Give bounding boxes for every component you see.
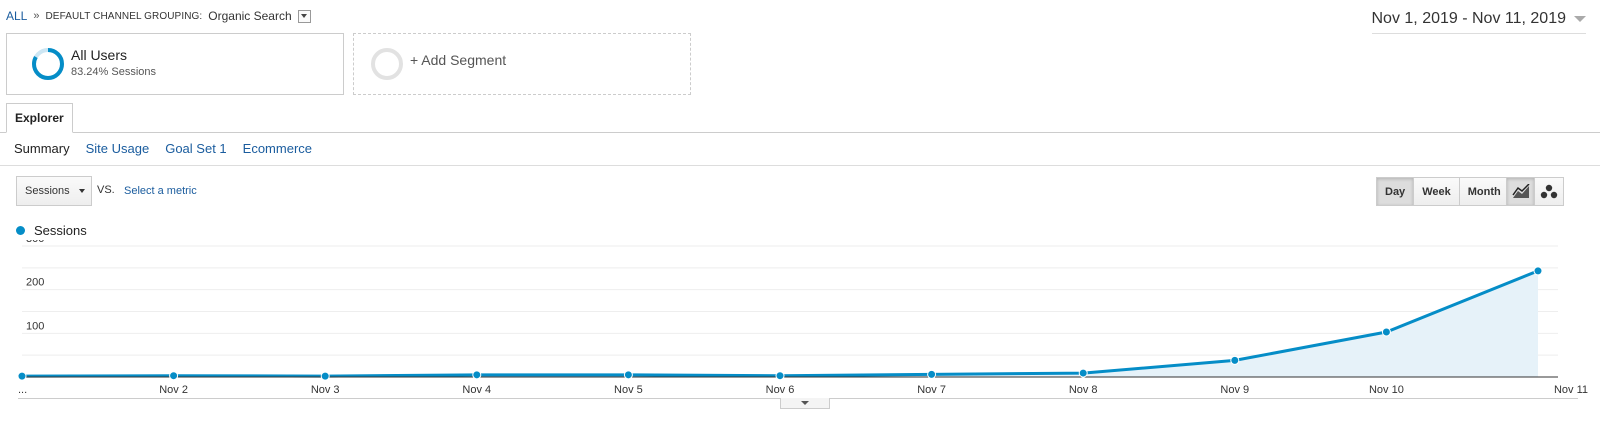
range-week-button[interactable]: Week: [1414, 178, 1460, 205]
breadcrumb-separator: »: [33, 10, 40, 22]
chevron-down-icon: [801, 401, 809, 405]
legend-dot: [16, 226, 25, 235]
date-range-picker[interactable]: Nov 1, 2019 - Nov 11, 2019: [1371, 10, 1586, 34]
segment-subtitle: 83.24% Sessions: [71, 66, 156, 78]
x-tick-label: Nov 2: [159, 384, 188, 396]
data-point: [1078, 368, 1088, 378]
y-tick-label: 200: [26, 277, 44, 289]
x-tick-label: Nov 11: [1554, 384, 1588, 396]
x-tick-label: Nov 9: [1220, 384, 1249, 396]
legend-label: Sessions: [34, 223, 87, 238]
divider: [0, 165, 1600, 166]
metric-select-value: Sessions: [25, 185, 70, 197]
explorer-subtabs: Summary Site Usage Goal Set 1 Ecommerce: [14, 141, 312, 156]
breadcrumb-dimension: DEFAULT CHANNEL GROUPING:: [45, 10, 203, 22]
x-tick-label: Nov 8: [1069, 384, 1098, 396]
data-point: [1533, 266, 1543, 276]
breadcrumb-dropdown-button[interactable]: [297, 9, 311, 23]
data-point: [169, 371, 179, 381]
subtab-goal-set-1[interactable]: Goal Set 1: [165, 141, 226, 156]
date-range-label: Nov 1, 2019 - Nov 11, 2019: [1371, 10, 1567, 27]
x-tick-label: Nov 5: [614, 384, 643, 396]
x-tick-label: ...: [18, 384, 27, 396]
x-tick-label: Nov 4: [462, 384, 491, 396]
chart-legend: Sessions: [16, 223, 87, 238]
report-tab-bar: Explorer: [0, 103, 1600, 133]
data-point: [17, 371, 27, 381]
y-tick-label: 100: [26, 320, 44, 332]
chevron-down-icon: [301, 14, 308, 18]
y-tick-label: 300: [26, 240, 44, 245]
motion-chart-icon: [1540, 184, 1558, 198]
breadcrumb-value: Organic Search: [208, 9, 292, 23]
select-metric-link[interactable]: Select a metric: [124, 185, 197, 197]
time-range-toggle: Day Week Month: [1376, 177, 1510, 206]
sessions-chart: 100 200 300... Nov 2 Nov 3 Nov 4 Nov 5 Nov 6 Nov…: [17, 240, 1588, 396]
x-tick-label: Nov 6: [766, 384, 795, 396]
data-point: [775, 371, 785, 381]
data-point: [1230, 355, 1240, 365]
data-point: [1381, 327, 1391, 337]
breadcrumb: ALL » DEFAULT CHANNEL GROUPING: Organic …: [6, 9, 311, 23]
x-tick-label: Nov 10: [1369, 384, 1404, 396]
data-point: [320, 371, 330, 381]
range-month-button[interactable]: Month: [1459, 178, 1509, 205]
subtab-site-usage[interactable]: Site Usage: [86, 141, 150, 156]
vs-label: VS.: [97, 184, 115, 196]
breadcrumb-all-link[interactable]: ALL: [6, 9, 27, 23]
chart-expand-button[interactable]: [780, 398, 830, 409]
line-chart-icon: [1511, 183, 1530, 198]
chevron-down-icon: [78, 189, 85, 193]
subtab-summary[interactable]: Summary: [14, 141, 70, 156]
x-tick-label: Nov 3: [311, 384, 340, 396]
line-chart-button[interactable]: [1507, 178, 1535, 205]
segment-all-users[interactable]: All Users 83.24% Sessions: [6, 33, 344, 95]
data-point: [927, 369, 937, 379]
segment-ring-icon: [32, 48, 64, 80]
metric-select[interactable]: Sessions: [16, 176, 92, 206]
add-segment-button[interactable]: + Add Segment: [353, 33, 691, 95]
series-area: [22, 270, 1538, 377]
motion-chart-button[interactable]: [1535, 178, 1563, 205]
data-point: [623, 370, 633, 380]
segment-title: All Users: [71, 47, 128, 63]
chevron-down-icon: [1574, 16, 1586, 22]
range-day-button[interactable]: Day: [1377, 178, 1415, 205]
empty-segment-ring-icon: [371, 48, 403, 80]
add-segment-label: + Add Segment: [410, 52, 507, 68]
chart-type-toggle: [1506, 177, 1564, 206]
tab-explorer[interactable]: Explorer: [6, 103, 73, 133]
subtab-ecommerce[interactable]: Ecommerce: [243, 141, 312, 156]
x-tick-label: Nov 7: [917, 384, 946, 396]
data-point: [472, 370, 482, 380]
